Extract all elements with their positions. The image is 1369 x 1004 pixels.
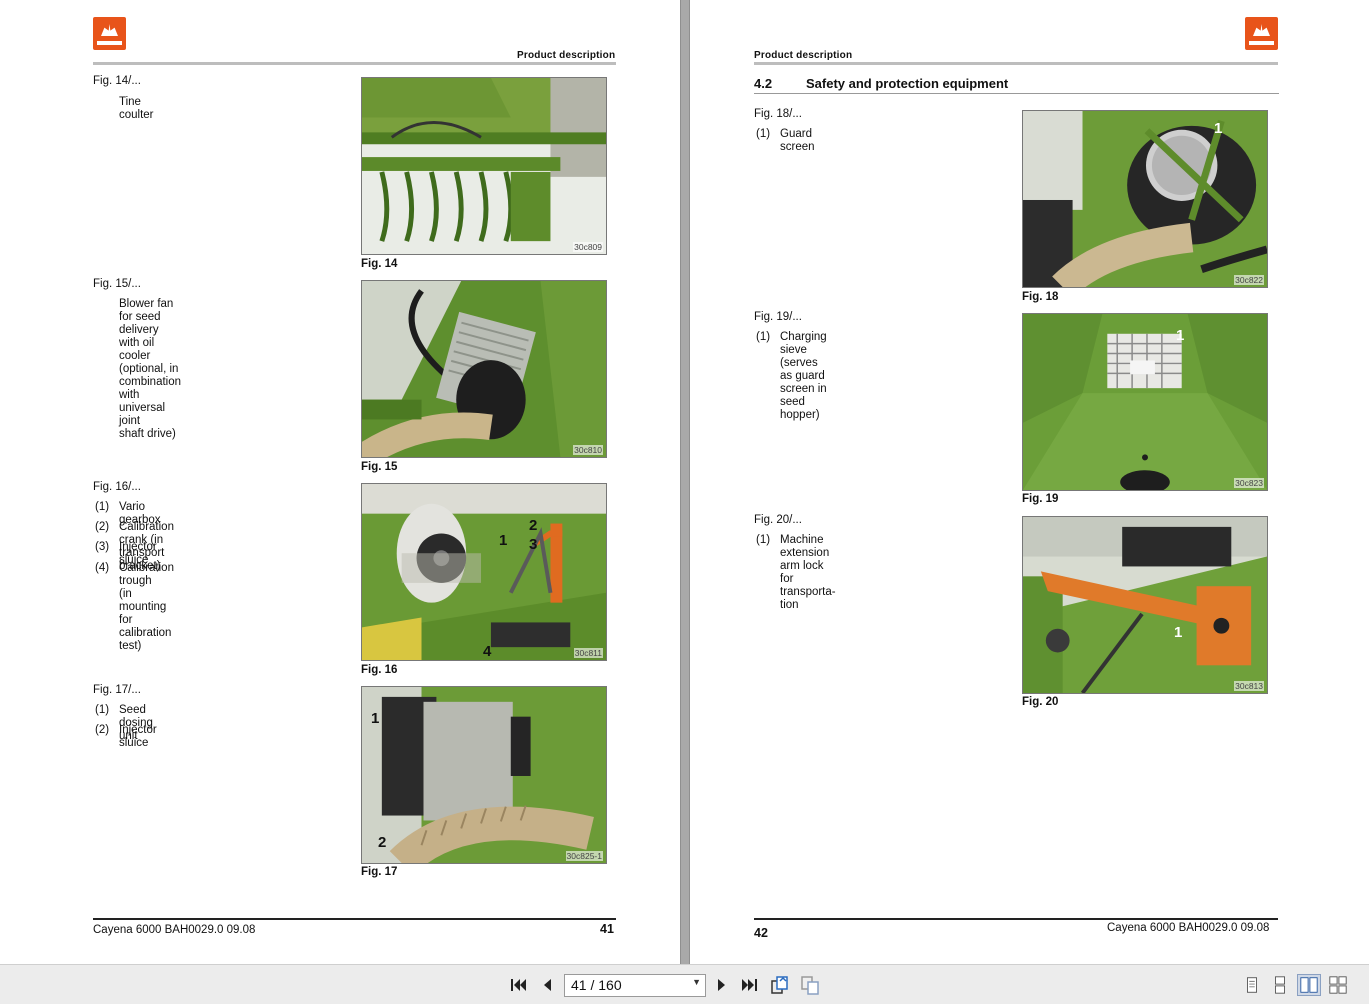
figure-16-photo: 1 2 3 4 30c811 <box>361 483 607 661</box>
rotate-icon[interactable] <box>770 975 790 995</box>
amazone-logo-icon <box>93 17 126 50</box>
callout-label: 2 <box>378 834 387 851</box>
figure-code: 30c811 <box>573 648 603 658</box>
legend-text: Calibration trough (in mounting for cali… <box>119 562 174 652</box>
callout-label: 1 <box>1214 120 1223 137</box>
figure-19-photo: 1 30c823 <box>1022 313 1268 491</box>
footer-text: Cayena 6000 BAH0029.0 09.08 <box>1107 922 1270 934</box>
legend-number: (2) <box>95 724 110 736</box>
figure-15-photo: 30c810 <box>361 280 607 458</box>
figure-18-photo: 1 30c822 <box>1022 110 1268 288</box>
header-title: Product description <box>754 50 853 61</box>
header-rule <box>754 62 1278 65</box>
figure-reference: Fig. 16/... <box>93 481 141 493</box>
figure-code: 30c810 <box>573 445 603 455</box>
legend-number: (3) <box>95 541 110 553</box>
legend-number: (1) <box>756 534 771 546</box>
legend-text: Machine extension arm lock for transport… <box>780 534 836 611</box>
figure-20-photo: 1 30c813 <box>1022 516 1268 694</box>
figure-reference: Fig. 14/... <box>93 75 141 87</box>
chevron-down-icon[interactable]: ▼ <box>692 977 701 987</box>
figure-caption: Fig. 18 <box>1022 291 1059 303</box>
legend-text: Blower fan for seed delivery with oil co… <box>119 298 182 440</box>
figure-reference: Fig. 17/... <box>93 684 141 696</box>
single-page-view-icon[interactable] <box>1240 974 1264 996</box>
copy-icon[interactable] <box>800 975 820 995</box>
callout-label: 1 <box>371 710 380 727</box>
figure-code: 30c813 <box>1234 681 1264 691</box>
document-viewport[interactable]: Product description Fig. 14/... Tine cou… <box>0 0 1369 964</box>
legend-number: (1) <box>756 331 771 343</box>
continuous-view-icon[interactable] <box>1268 974 1292 996</box>
figure-14-photo: 30c809 <box>361 77 607 255</box>
figure-reference: Fig. 15/... <box>93 278 141 290</box>
figure-caption: Fig. 16 <box>361 664 398 676</box>
figure-17-photo: 1 2 30c825-1 <box>361 686 607 864</box>
callout-label: 3 <box>529 536 538 553</box>
figure-code: 30c823 <box>1234 478 1264 488</box>
legend-number: (4) <box>95 562 110 574</box>
legend-text: Tine coulter <box>119 96 154 121</box>
page-41: Product description Fig. 14/... Tine cou… <box>0 0 680 964</box>
next-page-icon[interactable] <box>712 975 732 995</box>
legend-text: Injector sluice <box>119 724 157 749</box>
continuous-two-page-view-icon[interactable] <box>1326 974 1350 996</box>
figure-caption: Fig. 14 <box>361 258 398 270</box>
figure-caption: Fig. 19 <box>1022 493 1059 505</box>
figure-code: 30c825-1 <box>565 851 603 861</box>
figure-reference: Fig. 18/... <box>754 108 802 120</box>
figure-reference: Fig. 20/... <box>754 514 802 526</box>
figure-caption: Fig. 15 <box>361 461 398 473</box>
legend-number: (1) <box>95 704 110 716</box>
figure-caption: Fig. 20 <box>1022 696 1059 708</box>
callout-label: 1 <box>1176 327 1185 344</box>
figure-caption: Fig. 17 <box>361 866 398 878</box>
legend-number: (2) <box>95 521 110 533</box>
figure-code: 30c809 <box>573 242 603 252</box>
callout-label: 1 <box>499 532 508 549</box>
amazone-logo-icon <box>1245 17 1278 50</box>
section-title: Safety and protection equipment <box>806 76 1009 91</box>
header-rule <box>93 62 616 65</box>
viewer-toolbar: 41 / 160 ▼ <box>0 964 1369 1004</box>
legend-number: (1) <box>95 501 110 513</box>
page-indicator: 41 / 160 <box>571 977 622 993</box>
page-number: 41 <box>600 922 614 936</box>
legend-number: (1) <box>756 128 771 140</box>
legend-text: Charging sieve (serves as guard screen i… <box>780 331 827 421</box>
page-number-input[interactable]: 41 / 160 ▼ <box>564 974 706 997</box>
prev-page-icon[interactable] <box>537 975 557 995</box>
footer-rule <box>93 918 616 920</box>
footer-rule <box>754 918 1278 920</box>
header-title: Product description <box>517 50 616 61</box>
page-gutter <box>680 0 690 964</box>
page-number: 42 <box>754 926 768 940</box>
callout-label: 1 <box>1174 624 1183 641</box>
two-page-view-icon[interactable] <box>1297 974 1321 996</box>
section-rule <box>754 93 1279 94</box>
legend-text: Guard screen <box>780 128 815 153</box>
callout-label: 2 <box>529 517 538 534</box>
figure-code: 30c822 <box>1234 275 1264 285</box>
section-number: 4.2 <box>754 76 773 91</box>
first-page-icon[interactable] <box>508 975 528 995</box>
figure-reference: Fig. 19/... <box>754 311 802 323</box>
last-page-icon[interactable] <box>740 975 760 995</box>
footer-text: Cayena 6000 BAH0029.0 09.08 <box>93 924 256 936</box>
callout-label: 4 <box>483 643 492 660</box>
